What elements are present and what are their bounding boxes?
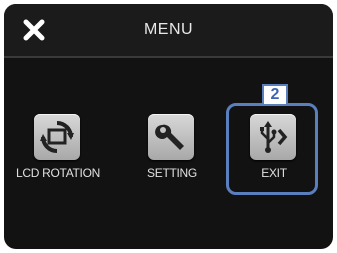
- menu-item-label: LCD ROTATION: [16, 166, 100, 180]
- close-x-icon: [23, 19, 45, 41]
- close-button[interactable]: [22, 18, 46, 42]
- lcd-rotation-tile: [34, 114, 80, 160]
- menu-item-lcd-rotation[interactable]: LCD ROTATION: [13, 114, 103, 194]
- step-number-badge: 2: [262, 84, 288, 106]
- menu-item-setting[interactable]: SETTING: [127, 114, 217, 194]
- page-title: MENU: [143, 21, 194, 38]
- wrench-icon: [155, 124, 184, 150]
- exit-highlight-frame: [226, 103, 318, 195]
- lcd-rotation-icon: [40, 121, 74, 153]
- setting-tile: [148, 114, 194, 160]
- menu-header: MENU: [4, 4, 333, 58]
- menu-item-label: SETTING: [147, 166, 197, 180]
